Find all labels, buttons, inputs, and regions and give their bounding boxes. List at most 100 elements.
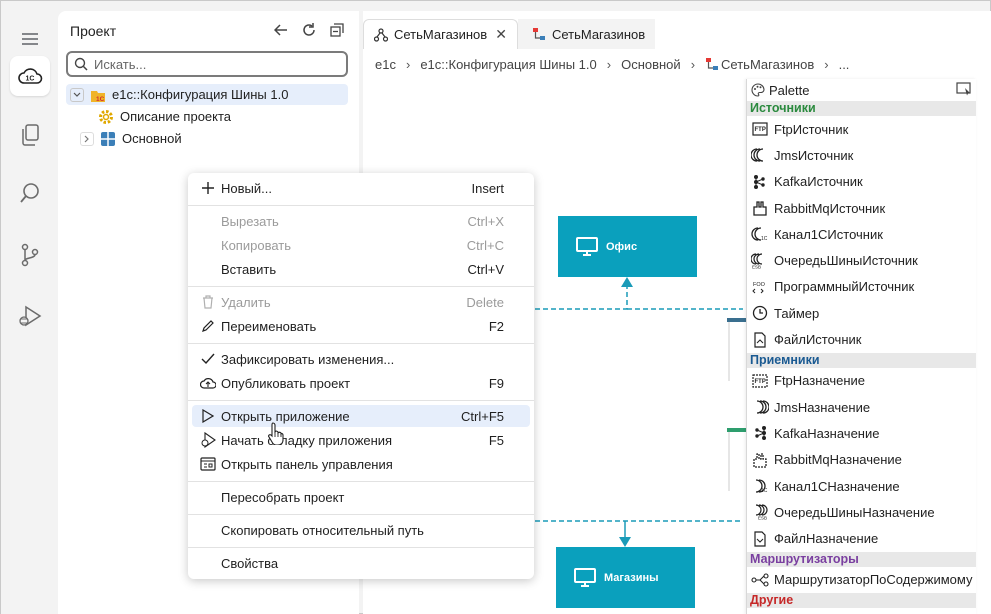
configuration-icon: 1C [90,87,106,103]
menu-icon[interactable] [10,19,50,59]
gear-icon [98,109,114,125]
hide-palette-icon[interactable] [956,82,972,99]
diagram-node-office[interactable]: Офис [558,216,697,277]
palette-item-label: МаршрутизаторПоСодержимому [774,572,973,588]
tab-label: СетьМагазинов [551,26,646,42]
menu-item-new[interactable]: Новый... Insert [192,177,530,199]
menu-separator [188,481,534,482]
node-label: Офис [606,240,638,253]
rabbitmq-icon [751,452,769,468]
palette-item-rabbitmq-source[interactable]: RabbitMqИсточник [747,195,976,221]
breadcrumb-item[interactable]: ... [839,57,850,72]
explorer-icon[interactable] [10,115,50,155]
menu-item-copy[interactable]: Копировать Ctrl+C [192,234,530,256]
refresh-icon[interactable] [301,21,317,39]
code-source-icon: FOO [751,279,769,295]
tree-item-main[interactable]: Основной [66,128,348,149]
palette-item-jms-source[interactable]: JmsИсточник [747,142,976,168]
menu-item-rebuild[interactable]: Пересобрать проект [192,486,530,508]
breadcrumb-item[interactable]: e1c [375,57,396,72]
palette-item-programmatic-source[interactable]: FOO ПрограммныйИсточник [747,274,976,300]
project-toolbar [273,21,345,39]
route-diagram-icon [532,27,546,41]
menu-separator [188,343,534,344]
menu-item-rename[interactable]: Переименовать F2 [192,315,530,337]
route-diagram-icon [705,57,719,71]
menu-item-cut[interactable]: Вырезать Ctrl+X [192,210,530,232]
connector-line [535,285,628,310]
palette-item-label: ОчередьШиныИсточник [774,253,918,269]
menu-item-paste[interactable]: Вставить Ctrl+V [192,258,530,280]
breadcrumb-item[interactable]: e1c::Конфигурация Шины 1.0 [420,57,596,72]
port-marker [727,428,747,432]
ftp-icon: FTP [751,373,769,389]
search-icon[interactable] [10,173,50,213]
breadcrumb-item[interactable]: СетьМагазинов [721,57,814,72]
palette-item-1c-channel-source[interactable]: 1C Канал1СИсточник [747,221,976,247]
menu-separator [188,514,534,515]
tree-item-configuration[interactable]: 1C e1c::Конфигурация Шины 1.0 [66,84,348,105]
chevron-right-icon: › [690,56,696,72]
palette-section-other[interactable]: Другие [747,593,976,609]
play-icon [200,408,216,424]
palette-item-ftp-target[interactable]: FTP FtpНазначение [747,368,976,394]
close-icon[interactable]: ✕ [495,26,507,43]
debug-icon [200,432,216,448]
chevron-down-icon[interactable] [70,87,84,102]
plus-icon [200,180,216,196]
menu-item-commit[interactable]: Зафиксировать изменения... [192,348,530,370]
1c-channel-icon: 1C [751,226,769,242]
1c-cloud-icon[interactable]: 1C [10,56,50,96]
tree-item-project-description[interactable]: Описание проекта [98,106,348,127]
project-panel-title: Проект [70,23,117,39]
app-window: 1C Проект 1C e1c::Конфигурация Ши [0,0,991,614]
palette-item-1c-channel-target[interactable]: 1C Канал1СНазначение [747,473,976,499]
palette-item-timer[interactable]: Таймер [747,300,976,326]
palette-item-content-router[interactable]: МаршрутизаторПоСодержимому [747,567,976,593]
palette-item-jms-target[interactable]: JmsНазначение [747,394,976,420]
back-arrow-icon[interactable] [273,21,289,39]
collapse-all-icon[interactable] [329,21,345,39]
palette-section-routers[interactable]: Маршрутизаторы [747,551,976,567]
palette-section-sources[interactable]: Источники [747,101,976,116]
palette-item-file-target[interactable]: ФайлНазначение [747,525,976,551]
tab-label: СетьМагазинов [394,27,488,42]
cloud-upload-icon [200,375,216,391]
palette-item-label: JmsНазначение [774,399,871,415]
tree-item-label: e1c::Конфигурация Шины 1.0 [112,87,289,102]
run-debug-icon[interactable] [10,296,50,336]
tree-item-label: Основной [122,131,182,146]
source-control-icon[interactable] [10,235,50,275]
menu-item-start-debug[interactable]: Начать отладку приложения F5 [192,429,530,451]
palette-item-label: Канал1СНазначение [774,478,900,494]
diagram-node-stores[interactable]: Магазины [556,547,695,608]
search-input[interactable] [94,56,334,72]
menu-item-delete[interactable]: Удалить Delete [192,291,530,313]
svg-text:FOO: FOO [753,282,766,288]
file-icon [751,530,769,547]
tab-network-stores-active[interactable]: СетьМагазинов ✕ [363,19,518,49]
palette-item-rabbitmq-target[interactable]: RabbitMqНазначение [747,447,976,473]
svg-text:1C: 1C [96,96,105,103]
clock-icon [751,305,769,321]
palette-item-bus-queue-target[interactable]: ESB ОчередьШиныНазначение [747,499,976,525]
palette-section-receivers[interactable]: Приемники [747,352,976,368]
palette-panel: Palette Источники FTP FtpИсточник JmsИсто… [746,79,976,614]
menu-item-properties[interactable]: Свойства [192,552,530,574]
breadcrumb-item[interactable]: Основной [621,57,681,72]
palette-item-ftp-source[interactable]: FTP FtpИсточник [747,116,976,142]
chevron-right-icon[interactable] [80,131,94,146]
menu-item-open-app[interactable]: Открыть приложение Ctrl+F5 [192,405,530,427]
palette-item-kafka-source[interactable]: KafkaИсточник [747,169,976,195]
project-search[interactable] [66,51,348,77]
jms-icon [751,147,769,163]
palette-item-bus-queue-source[interactable]: ESB ОчередьШиныИсточник [747,247,976,273]
tab-network-stores[interactable]: СетьМагазинов [517,19,656,49]
menu-item-copy-relative-path[interactable]: Скопировать относительный путь [192,519,530,541]
palette-item-file-source[interactable]: ФайлИсточник [747,326,976,352]
palette-item-label: KafkaНазначение [774,425,880,441]
menu-item-publish[interactable]: Опубликовать проект F9 [192,372,530,394]
menu-item-open-dashboard[interactable]: Открыть панель управления [192,453,530,475]
palette-item-kafka-target[interactable]: KafkaНазначение [747,420,976,446]
chevron-right-icon: › [606,56,612,72]
